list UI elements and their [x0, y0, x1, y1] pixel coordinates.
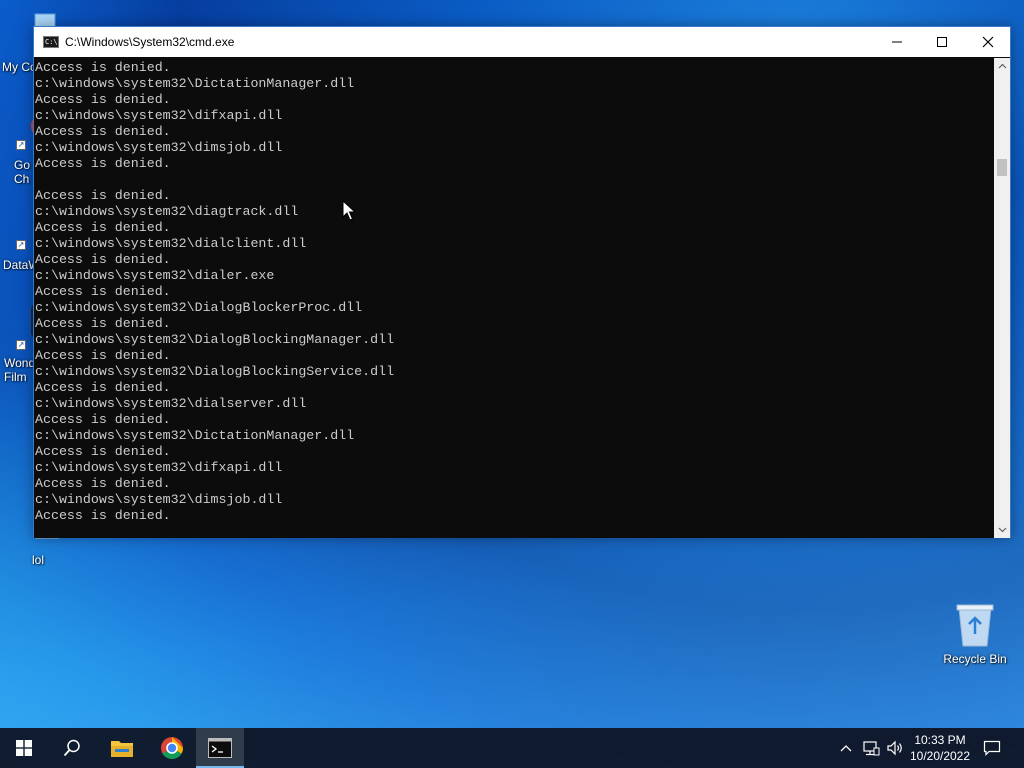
taskbar-chrome[interactable]	[148, 728, 196, 768]
title-bar[interactable]: C:\ C:\Windows\System32\cmd.exe	[34, 27, 1010, 57]
taskbar: 10:33 PM 10/20/2022	[0, 728, 1024, 768]
desktop-icon-label: Wond Film	[4, 356, 36, 384]
clock-date: 10/20/2022	[909, 749, 971, 763]
folder-icon	[111, 741, 133, 757]
console-line: Access is denied.	[35, 220, 171, 235]
desktop-icon-recycle-bin[interactable]: Recycle Bin	[938, 602, 1012, 666]
volume-button[interactable]	[884, 728, 906, 768]
console-line: c:\windows\system32\DialogBlockerProc.dl…	[35, 300, 363, 315]
desktop-icon-label: Recycle Bin	[943, 652, 1007, 666]
console-line: Access is denied.	[35, 252, 171, 267]
console-line: Access is denied.	[35, 188, 171, 203]
console-line: c:\windows\system32\DictationManager.dll	[35, 428, 355, 443]
console-line: Access is denied.	[35, 124, 171, 139]
console-line: Access is denied.	[35, 508, 171, 523]
console-line: Access is denied.	[35, 348, 171, 363]
console-line: Access is denied.	[35, 156, 171, 171]
maximize-button[interactable]	[919, 27, 965, 57]
recycle-bin-icon	[956, 604, 994, 647]
volume-icon	[887, 740, 902, 756]
notification-icon	[983, 740, 1001, 756]
tray-overflow-button[interactable]	[836, 728, 856, 768]
console-icon: C:\	[43, 36, 59, 48]
network-button[interactable]	[860, 728, 882, 768]
cmd-window[interactable]: C:\ C:\Windows\System32\cmd.exe Access i…	[33, 26, 1011, 538]
desktop-icon-label: lol	[32, 553, 45, 567]
console-line: c:\windows\system32\dialserver.dll	[35, 396, 307, 411]
mouse-cursor-icon	[342, 200, 356, 221]
chrome-icon	[161, 737, 183, 759]
chevron-up-icon	[998, 63, 1006, 69]
console-line: Access is denied.	[35, 476, 171, 491]
network-icon	[863, 741, 880, 756]
scrollbar-thumb[interactable]	[997, 159, 1007, 176]
console-line: c:\windows\system32\dialclient.dll	[35, 236, 307, 251]
maximize-icon	[937, 37, 947, 47]
console-line: Access is denied.	[35, 380, 171, 395]
taskbar-command-prompt[interactable]	[196, 728, 244, 768]
chevron-up-icon	[840, 745, 852, 752]
console-line: Access is denied.	[35, 60, 171, 75]
console-icon	[208, 738, 232, 758]
console-line: c:\windows\system32\dimsjob.dll	[35, 140, 283, 155]
console-output[interactable]: Access is denied. c:\windows\system32\Dic…	[34, 58, 994, 538]
console-line: c:\windows\system32\difxapi.dll	[35, 460, 283, 475]
shortcut-arrow-icon: ↗	[16, 140, 26, 150]
close-button[interactable]	[965, 27, 1011, 57]
console-line: c:\windows\system32\dimsjob.dll	[35, 492, 283, 507]
taskbar-file-explorer[interactable]	[98, 728, 146, 768]
search-icon	[63, 739, 80, 757]
scroll-up-button[interactable]	[994, 58, 1010, 74]
shortcut-arrow-icon: ↗	[16, 340, 26, 350]
console-line: c:\windows\system32\difxapi.dll	[35, 108, 283, 123]
clock-time: 10:33 PM	[914, 733, 966, 747]
console-line: c:\windows\system32\dialer.exe	[35, 268, 275, 283]
desktop-icon-label: My Co	[2, 60, 37, 74]
console-line: Access is denied.	[35, 316, 171, 331]
desktop-icon-label: Go Ch	[14, 158, 31, 186]
scroll-down-button[interactable]	[994, 522, 1010, 538]
notification-button[interactable]	[978, 728, 1006, 768]
windows-start-icon	[16, 740, 32, 756]
console-line: Access is denied.	[35, 284, 171, 299]
minimize-icon	[892, 41, 902, 43]
console-line: Access is denied.	[35, 444, 171, 459]
search-button[interactable]	[48, 728, 96, 768]
clock[interactable]: 10:33 PM 10/20/2022	[904, 728, 976, 768]
console-line: c:\windows\system32\DialogBlockingManage…	[35, 332, 395, 347]
shortcut-arrow-icon: ↗	[16, 240, 26, 250]
window-title: C:\Windows\System32\cmd.exe	[65, 35, 235, 49]
console-line: Access is denied.	[35, 412, 171, 427]
minimize-button[interactable]	[874, 27, 920, 57]
console-line: c:\windows\system32\DialogBlockingServic…	[35, 364, 395, 379]
start-button[interactable]	[0, 728, 48, 768]
chevron-down-icon	[998, 527, 1006, 533]
close-icon	[982, 36, 994, 48]
console-line: c:\windows\system32\DictationManager.dll	[35, 76, 355, 91]
vertical-scrollbar[interactable]	[994, 58, 1010, 538]
console-line: Access is denied.	[35, 92, 171, 107]
console-line: c:\windows\system32\diagtrack.dll	[35, 204, 299, 219]
